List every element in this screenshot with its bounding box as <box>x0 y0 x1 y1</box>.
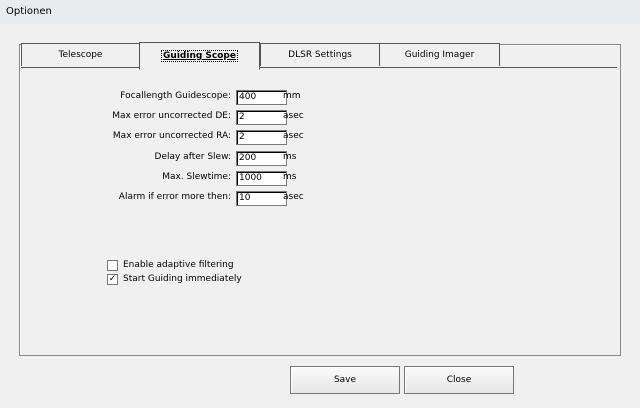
max-error-de-input[interactable]: 2 <box>236 110 287 125</box>
delay-after-slew-label: Delay after Slew: <box>154 152 231 162</box>
max-error-ra-input[interactable]: 2 <box>236 130 287 145</box>
adaptive-filtering-label: Enable adaptive filtering <box>123 260 234 270</box>
start-guiding-label: Start Guiding immediately <box>123 274 242 284</box>
start-guiding-checkbox[interactable]: ✓ <box>107 274 118 285</box>
focallength-unit: mm <box>283 91 301 101</box>
save-button[interactable]: Save <box>290 366 400 394</box>
save-button-label: Save <box>333 375 357 385</box>
max-error-de-label: Max error uncorrected DE: <box>112 111 231 121</box>
max-error-ra-unit: asec <box>283 131 304 141</box>
alarm-error-label: Alarm if error more then: <box>118 192 231 202</box>
max-slewtime-label: Max. Slewtime: <box>162 172 231 182</box>
close-button-label: Close <box>446 375 472 385</box>
max-error-ra-label: Max error uncorrected RA: <box>112 131 231 141</box>
delay-after-slew-input[interactable]: 200 <box>236 151 287 166</box>
focallength-input[interactable]: 400 <box>236 90 287 105</box>
alarm-error-input[interactable]: 10 <box>236 191 287 206</box>
adaptive-filtering-checkbox[interactable] <box>107 260 118 271</box>
delay-after-slew-unit: ms <box>283 152 297 162</box>
max-slewtime-unit: ms <box>283 172 297 182</box>
alarm-error-unit: asec <box>283 192 304 202</box>
max-slewtime-input[interactable]: 1000 <box>236 171 287 186</box>
max-error-de-unit: asec <box>283 111 304 121</box>
close-button[interactable]: Close <box>404 366 514 394</box>
focallength-label: Focallength Guidescope: <box>120 91 231 101</box>
